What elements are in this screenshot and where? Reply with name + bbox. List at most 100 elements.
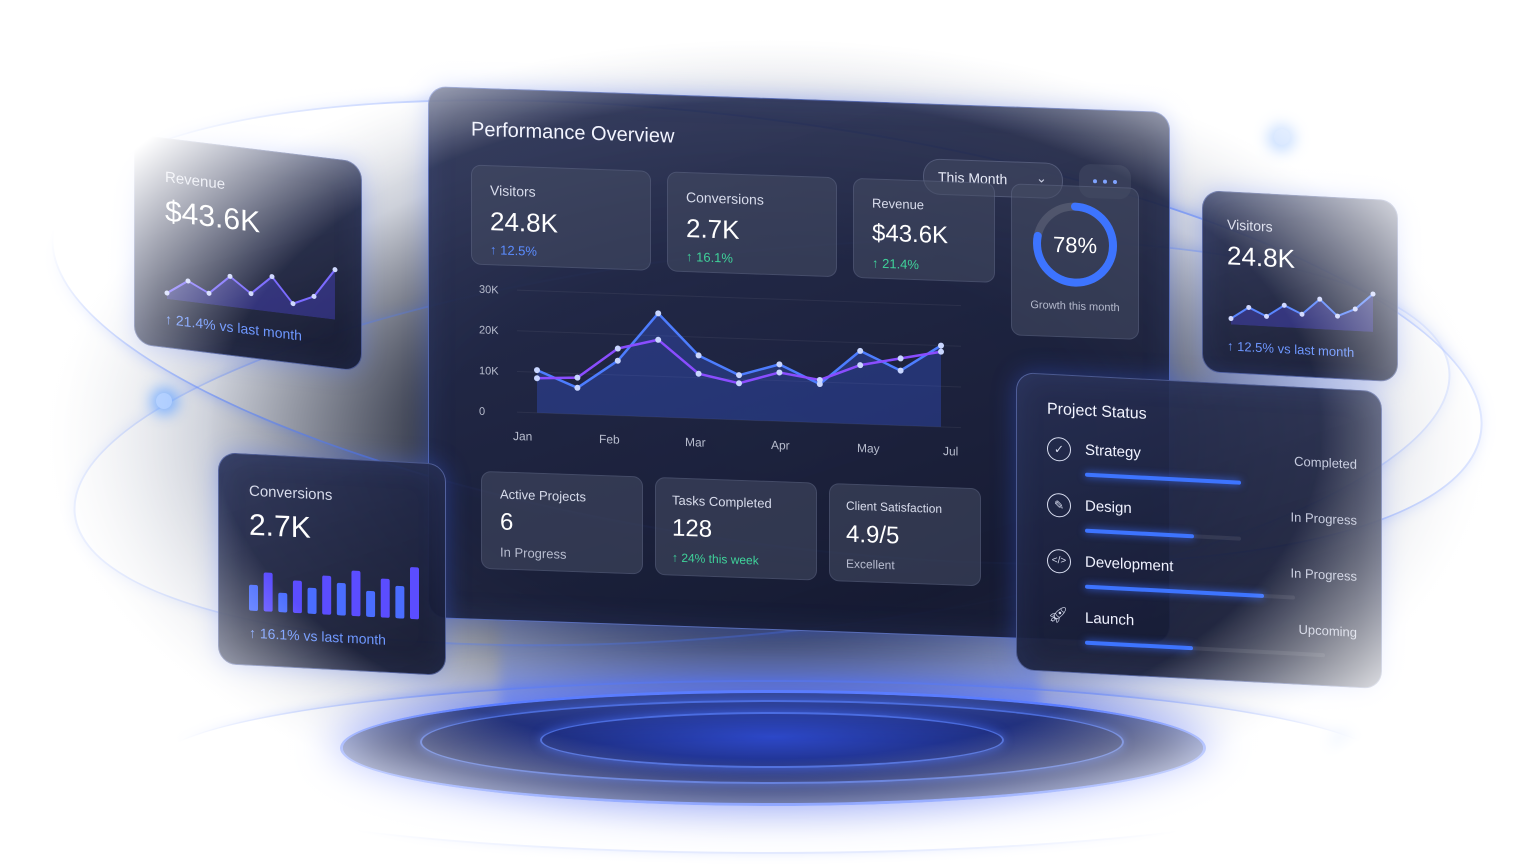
x-tick-label: Jan xyxy=(513,429,532,444)
kpi-delta: ↑ 16.1% xyxy=(686,249,733,266)
series-area xyxy=(537,313,941,427)
conversions-bar xyxy=(380,578,390,618)
more-dot-icon xyxy=(1103,179,1107,184)
conversions-bar xyxy=(307,587,317,615)
kpi-card-visitors[interactable]: Visitors 24.8K ↑ 12.5% xyxy=(471,164,651,271)
stat-card-active-projects[interactable]: Active Projects 6 In Progress xyxy=(481,470,643,575)
more-dot-icon xyxy=(1113,179,1117,185)
stat-sub: In Progress xyxy=(500,544,567,562)
status-name: Development xyxy=(1085,553,1174,576)
kpi-card-conversions[interactable]: Conversions 2.7K ↑ 16.1% xyxy=(667,171,837,278)
conversions-bar xyxy=(278,592,288,613)
visitors-card[interactable]: Visitors 24.8K ↑ 12.5% vs last month xyxy=(1202,190,1398,383)
x-tick-label: May xyxy=(857,441,880,456)
stat-value: 6 xyxy=(500,508,514,536)
y-tick-label: 20K xyxy=(479,324,499,337)
stat-card-client-satisfaction[interactable]: Client Satisfaction 4.9/5 Excellent xyxy=(829,483,981,587)
visitors-sparkline xyxy=(1228,291,1376,332)
kpi-value: 24.8K xyxy=(490,206,558,239)
kpi-label: Conversions xyxy=(686,189,764,208)
kpi-delta: ↑ 21.4% xyxy=(872,255,919,273)
conversions-card-label: Conversions xyxy=(249,482,333,504)
dashboard-scene: Performance Overview This Month ⌄ Visito… xyxy=(0,0,1536,864)
status-row-launch[interactable]: 🚀︎ Launch Upcoming xyxy=(1047,605,1357,671)
stat-label: Tasks Completed xyxy=(672,492,772,512)
status-row-development[interactable]: </> Development In Progress xyxy=(1047,548,1357,615)
stat-label: Active Projects xyxy=(500,486,586,505)
status-state: In Progress xyxy=(1290,509,1357,528)
status-progress-track xyxy=(1085,528,1241,541)
status-row-design[interactable]: ✎ Design In Progress xyxy=(1047,492,1357,559)
kpi-value: 2.7K xyxy=(686,213,740,245)
conversions-bar-chart xyxy=(249,567,419,620)
more-dot-icon xyxy=(1093,179,1097,184)
stat-value: 4.9/5 xyxy=(846,520,900,550)
conversions-bar xyxy=(322,575,332,615)
floor-ring-inner xyxy=(540,712,1004,768)
conversions-card[interactable]: Conversions 2.7K ↑ 16.1% vs last month xyxy=(218,452,446,676)
grid-line xyxy=(517,289,961,307)
revenue-card[interactable]: Revenue $43.6K ↑ 21.4% vs last month xyxy=(134,134,362,372)
status-name: Strategy xyxy=(1085,441,1141,462)
page-title: Performance Overview xyxy=(471,118,675,148)
visitors-card-delta: ↑ 12.5% vs last month xyxy=(1227,338,1355,360)
y-tick-label: 0 xyxy=(479,406,485,418)
status-row-strategy[interactable]: ✓ Strategy Completed xyxy=(1047,436,1357,503)
stat-sub: Excellent xyxy=(846,556,895,573)
conversions-bar xyxy=(351,570,361,617)
conversions-bar xyxy=(292,580,302,614)
status-progress-fill xyxy=(1085,584,1264,598)
revenue-sparkline xyxy=(164,267,338,320)
project-status-panel: Project Status ✓ Strategy Completed ✎ De… xyxy=(1016,372,1382,690)
pencil-icon: ✎ xyxy=(1047,492,1071,518)
x-tick-label: Apr xyxy=(771,438,790,453)
status-name: Launch xyxy=(1085,609,1135,630)
status-progress-fill xyxy=(1085,472,1241,485)
status-name: Design xyxy=(1085,497,1132,518)
status-progress-track xyxy=(1085,640,1325,658)
conversions-bar xyxy=(395,585,405,619)
status-state: Upcoming xyxy=(1298,621,1357,640)
stat-card-tasks-completed[interactable]: Tasks Completed 128 ↑ 24% this week xyxy=(655,476,817,581)
glow-dot-top-right xyxy=(1274,129,1290,145)
revenue-card-label: Revenue xyxy=(165,168,226,194)
kpi-card-revenue[interactable]: Revenue $43.6K ↑ 21.4% xyxy=(853,177,995,283)
y-tick-label: 30K xyxy=(479,284,499,297)
growth-card[interactable]: 78% Growth this month xyxy=(1011,183,1139,340)
stat-label: Client Satisfaction xyxy=(846,498,943,516)
y-tick-label: 10K xyxy=(479,365,499,378)
conversions-bar xyxy=(336,582,346,616)
stat-sub: ↑ 24% this week xyxy=(672,550,759,568)
status-progress-track xyxy=(1085,584,1295,600)
kpi-label: Revenue xyxy=(872,195,925,213)
status-progress-fill xyxy=(1085,640,1193,651)
conversions-bar xyxy=(366,590,376,618)
revenue-card-delta: ↑ 21.4% vs last month xyxy=(165,310,302,344)
conversions-card-delta: ↑ 16.1% vs last month xyxy=(249,624,386,648)
grid-line xyxy=(517,330,961,347)
glow-dot-left xyxy=(156,393,172,409)
status-state: In Progress xyxy=(1290,565,1357,584)
status-state: Completed xyxy=(1294,453,1357,472)
main-line-chart: 0 10K 20K 30K Jan Feb Mar Apr May Jul xyxy=(479,284,961,459)
visitors-card-value: 24.8K xyxy=(1227,240,1295,274)
stat-value: 128 xyxy=(672,514,713,543)
kpi-label: Visitors xyxy=(490,182,536,200)
kpi-value: $43.6K xyxy=(872,219,949,250)
conversions-bar xyxy=(263,572,273,612)
check-icon: ✓ xyxy=(1047,436,1071,462)
status-progress-fill xyxy=(1085,528,1195,539)
x-tick-label: Feb xyxy=(599,432,620,447)
data-point xyxy=(897,355,904,362)
conversions-bar xyxy=(410,567,419,620)
code-icon: </> xyxy=(1047,548,1071,574)
x-tick-label: Jul xyxy=(943,444,958,459)
project-status-title: Project Status xyxy=(1047,400,1147,423)
conversions-bar xyxy=(249,584,258,611)
status-progress-track xyxy=(1085,472,1241,485)
x-tick-label: Mar xyxy=(685,435,706,450)
rocket-icon: 🚀︎ xyxy=(1047,606,1069,625)
visitors-card-label: Visitors xyxy=(1227,216,1273,235)
revenue-card-value: $43.6K xyxy=(165,194,261,240)
kpi-delta: ↑ 12.5% xyxy=(490,242,537,259)
